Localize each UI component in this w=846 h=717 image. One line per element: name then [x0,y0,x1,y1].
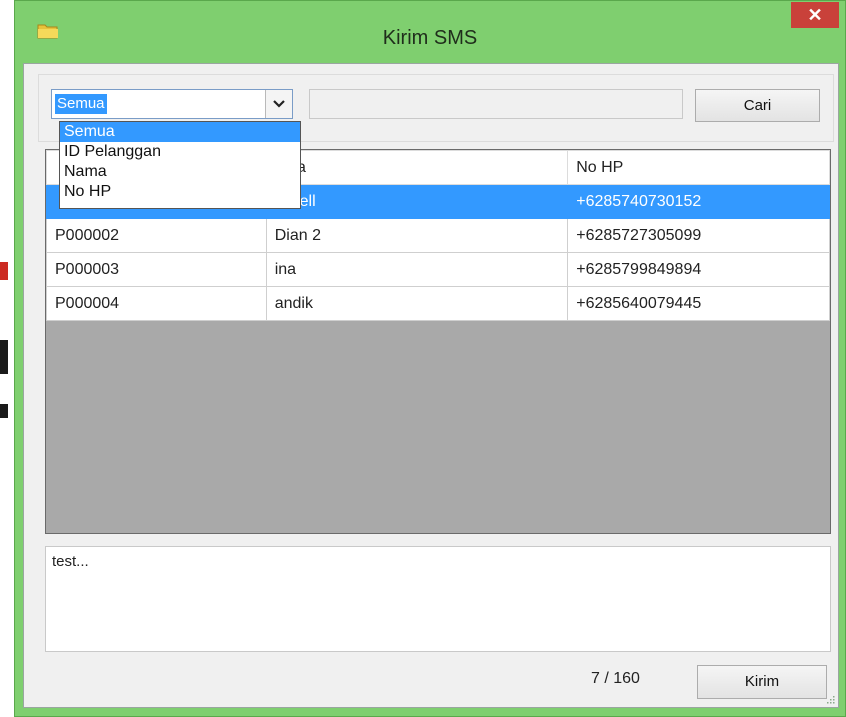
column-header-no-hp[interactable]: No HP [567,150,830,185]
background-fragment [0,262,8,280]
background-fragment [0,404,8,418]
table-cell[interactable]: n Cell [265,184,569,219]
resize-grip-icon[interactable] [825,694,835,704]
dropdown-option[interactable]: ID Pelanggan [60,142,300,162]
filter-select[interactable]: Semua [51,89,293,119]
filter-dropdown-list: Semua ID Pelanggan Nama No HP [59,121,301,209]
background-fragment [0,340,8,374]
table-cell[interactable]: P000004 [46,286,267,321]
table-cell[interactable]: P000002 [46,218,267,253]
chevron-down-icon[interactable] [265,90,292,118]
send-button[interactable]: Kirim [697,665,827,699]
table-cell[interactable]: +6285799849894 [567,252,830,287]
character-counter: 7 / 160 [591,670,640,687]
table-row[interactable]: P000003 ina +6285799849894 [46,252,830,287]
search-button[interactable]: Cari [695,89,820,122]
close-button[interactable]: ✕ [791,2,839,28]
dropdown-option[interactable]: Semua [60,122,300,142]
table-cell[interactable]: Dian 2 [265,218,569,253]
table-cell[interactable]: +6285740730152 [567,184,830,219]
table-cell[interactable]: ina [265,252,569,287]
search-input[interactable] [309,89,683,119]
kirim-sms-window: Kirim SMS ✕ Semua Cari ama No HP n Cell … [14,0,846,717]
dropdown-option[interactable]: No HP [60,182,300,202]
table-cell[interactable]: andik [265,286,569,321]
table-cell[interactable]: +6285727305099 [567,218,830,253]
window-title: Kirim SMS [382,27,478,49]
title-bar[interactable]: Kirim SMS ✕ [15,1,845,63]
table-row[interactable]: P000002 Dian 2 +6285727305099 [46,218,830,253]
dropdown-option[interactable]: Nama [60,162,300,182]
filter-selected-value: Semua [55,94,107,114]
column-header-nama[interactable]: ama [265,150,569,185]
message-textarea[interactable]: test... [45,546,831,652]
table-row[interactable]: P000004 andik +6285640079445 [46,286,830,321]
table-cell[interactable]: +6285640079445 [567,286,830,321]
table-cell[interactable]: P000003 [46,252,267,287]
